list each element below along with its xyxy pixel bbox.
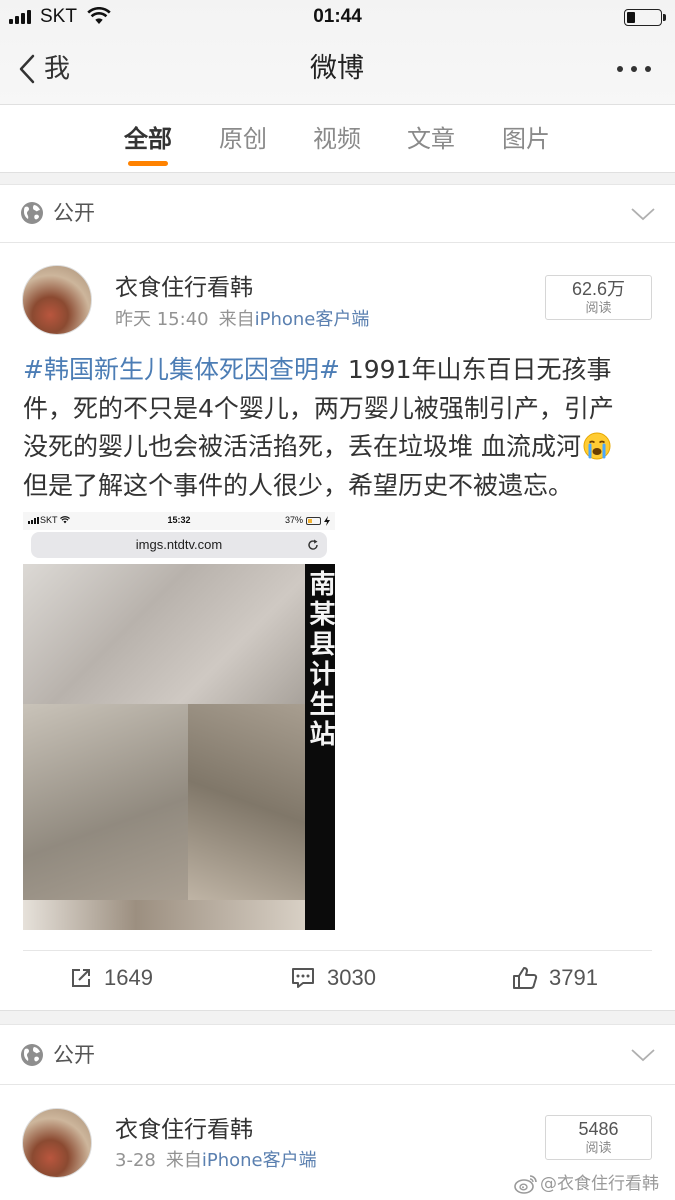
post-text: 没死的婴儿也会被活活掐死，丢在垃圾堆 血流成河 — [23, 432, 581, 461]
post-card[interactable]: 衣食住行看韩 昨天 15:40 来自iPhone客户端 62.6万 阅读 #韩国新… — [0, 243, 675, 1010]
chevron-down-icon — [631, 208, 655, 221]
battery-icon — [306, 517, 321, 525]
avatar[interactable] — [22, 265, 92, 335]
source-prefix: 来自 — [165, 1150, 202, 1171]
globe-icon — [21, 202, 43, 224]
image-status-bar: SKT 15:32 37% — [23, 512, 335, 530]
back-button[interactable]: 我 — [14, 48, 84, 90]
thumbs-up-icon — [513, 967, 538, 989]
tab-photos[interactable]: 图片 — [479, 119, 573, 159]
topic-hashtag-link[interactable]: #韩国新生儿集体死因查明# — [23, 355, 340, 384]
post-body-line: 件，死的不只是4个婴儿，两万婴儿被强制引产，引产 — [23, 390, 648, 429]
loudly-crying-face-icon — [583, 432, 611, 460]
tab-video[interactable]: 视频 — [290, 119, 384, 159]
author-name[interactable]: 衣食住行看韩 — [115, 1116, 253, 1144]
share-icon — [72, 969, 90, 987]
image-overlay-text: 南某县计生站 — [305, 570, 335, 750]
read-count-badge: 5486 阅读 — [545, 1115, 652, 1160]
reload-icon — [308, 539, 318, 550]
post-time: 昨天 15:40 — [115, 309, 209, 330]
comment-count: 3030 — [327, 965, 376, 990]
image-url-bar: imgs.ntdtv.com — [31, 532, 327, 558]
post-image[interactable]: SKT 15:32 37% imgs.ntdtv.com 南某县计生站 — [23, 512, 335, 930]
like-count: 3791 — [549, 965, 598, 990]
repost-button[interactable]: 1649 — [60, 955, 180, 1001]
visibility-label: 公开 — [53, 201, 95, 225]
tab-articles[interactable]: 文章 — [384, 119, 478, 159]
weibo-logo-icon — [514, 1175, 537, 1194]
dot-icon — [617, 66, 623, 72]
post-text: 但是了解这个事件的人很少，希望历史不被遗忘。 — [23, 470, 574, 500]
read-count: 62.6万 — [571, 279, 626, 299]
post-source[interactable]: iPhone客户端 — [255, 309, 370, 330]
section-separator — [0, 172, 675, 185]
battery-icon — [624, 9, 662, 26]
read-count-label: 阅读 — [585, 301, 612, 316]
post-body: #韩国新生儿集体死因查明# 1991年山东百日无孩事 件，死的不只是4个婴儿，两… — [23, 351, 648, 505]
like-button[interactable]: 3791 — [502, 955, 622, 1001]
weibo-profile-screen: SKT 01:44 我 微博 全部 原创 视频 文章 图片 公开 衣食住行看韩 … — [0, 0, 675, 1200]
read-count-label: 阅读 — [585, 1141, 612, 1156]
dot-icon — [631, 66, 637, 72]
back-label: 我 — [44, 54, 71, 84]
read-count: 5486 — [578, 1119, 619, 1139]
image-url: imgs.ntdtv.com — [135, 537, 223, 552]
globe-icon — [21, 1044, 43, 1066]
repost-count: 1649 — [104, 965, 153, 990]
watermark: @衣食住行看韩 — [510, 1172, 670, 1196]
visibility-header[interactable]: 公开 — [0, 1025, 675, 1085]
embedded-photo — [23, 564, 305, 930]
visibility-header[interactable]: 公开 — [0, 185, 675, 243]
avatar[interactable] — [22, 1108, 92, 1178]
post-time: 3-28 — [115, 1150, 156, 1171]
post-meta: 昨天 15:40 来自iPhone客户端 — [115, 308, 369, 332]
page-title: 微博 — [310, 53, 364, 84]
post-text: 1991年山东百日无孩事 — [339, 355, 612, 384]
post-source[interactable]: iPhone客户端 — [202, 1150, 317, 1171]
section-separator — [0, 1010, 675, 1025]
tab-all[interactable]: 全部 — [101, 119, 195, 159]
comment-button[interactable]: 3030 — [281, 955, 401, 1001]
post-body-line: 但是了解这个事件的人很少，希望历史不被遗忘。 — [23, 467, 648, 506]
comment-icon — [292, 968, 314, 988]
more-options-button[interactable] — [606, 55, 662, 83]
read-count-badge: 62.6万 阅读 — [545, 275, 652, 320]
image-caption-strip: 南某县计生站 — [305, 564, 335, 930]
chevron-down-icon — [631, 1049, 655, 1062]
tab-original[interactable]: 原创 — [196, 119, 290, 159]
chevron-left-icon — [19, 54, 35, 84]
dot-icon — [645, 66, 651, 72]
author-name[interactable]: 衣食住行看韩 — [115, 274, 253, 302]
battery-nub — [663, 14, 666, 21]
active-tab-indicator — [128, 161, 168, 166]
post-text: 件，死的不只是4个婴儿，两万婴儿被强制引产，引产 — [23, 393, 614, 423]
action-divider — [23, 950, 652, 951]
post-meta: 3-28 来自iPhone客户端 — [115, 1149, 317, 1173]
visibility-label: 公开 — [53, 1043, 95, 1067]
source-prefix: 来自 — [218, 309, 255, 330]
post-body-line: #韩国新生儿集体死因查明# 1991年山东百日无孩事 — [23, 351, 648, 390]
image-battery-percent: 37% — [285, 515, 304, 525]
charging-bolt-icon — [324, 516, 330, 526]
status-time: 01:44 — [313, 6, 362, 27]
watermark-text: @衣食住行看韩 — [540, 1174, 659, 1194]
post-body-line: 没死的婴儿也会被活活掐死，丢在垃圾堆 血流成河 — [23, 428, 648, 467]
